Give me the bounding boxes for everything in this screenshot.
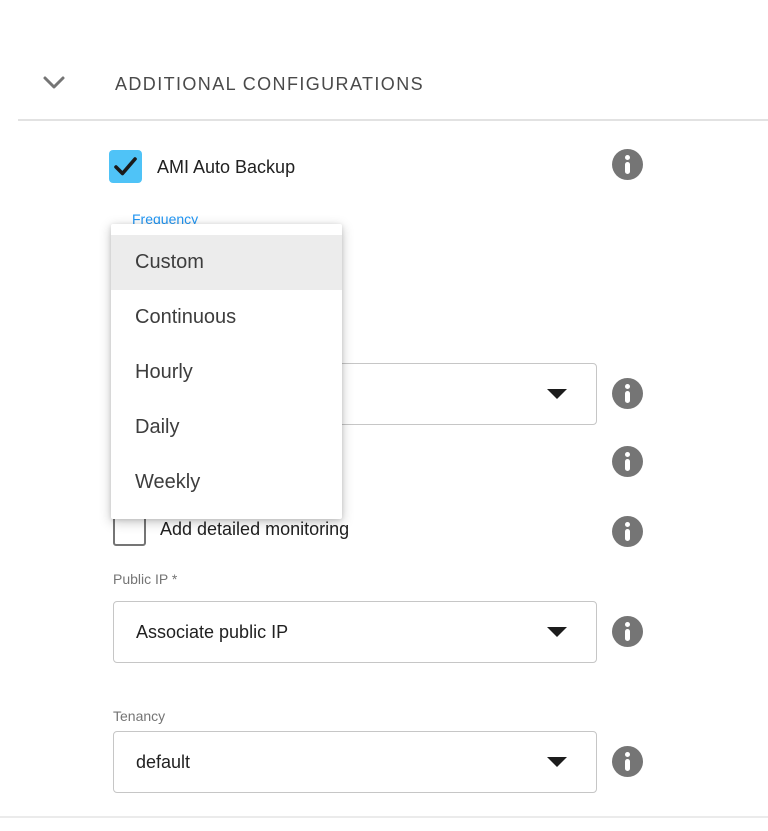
menu-item-weekly[interactable]: Weekly: [111, 455, 342, 510]
dropdown-arrow-icon: [547, 757, 567, 767]
info-icon[interactable]: [612, 149, 643, 180]
section-title: ADDITIONAL CONFIGURATIONS: [115, 72, 424, 96]
info-icon[interactable]: [612, 616, 643, 647]
additional-configurations-panel: ADDITIONAL CONFIGURATIONS AMI Auto Backu…: [0, 0, 768, 831]
menu-item-hourly[interactable]: Hourly: [111, 345, 342, 400]
checkmark-icon: [109, 150, 142, 183]
menu-item-continuous[interactable]: Continuous: [111, 290, 342, 345]
frequency-menu: Custom Continuous Hourly Daily Weekly: [111, 224, 342, 519]
ami-auto-backup-label: AMI Auto Backup: [157, 156, 295, 178]
info-icon[interactable]: [612, 516, 643, 547]
detailed-monitoring-label: Add detailed monitoring: [160, 518, 349, 540]
chevron-down-icon[interactable]: [41, 72, 67, 94]
tenancy-select-value: default: [136, 752, 190, 773]
dropdown-arrow-icon: [547, 627, 567, 637]
divider: [0, 816, 768, 818]
ami-auto-backup-checkbox[interactable]: [109, 150, 142, 183]
info-icon[interactable]: [612, 378, 643, 409]
info-icon[interactable]: [612, 746, 643, 777]
tenancy-select[interactable]: default: [113, 731, 597, 793]
divider: [18, 119, 768, 121]
menu-item-daily[interactable]: Daily: [111, 400, 342, 455]
public-ip-label: Public IP *: [113, 571, 177, 587]
dropdown-arrow-icon: [547, 389, 567, 399]
tenancy-label: Tenancy: [113, 708, 165, 724]
public-ip-select-value: Associate public IP: [136, 622, 288, 643]
public-ip-select[interactable]: Associate public IP: [113, 601, 597, 663]
menu-item-custom[interactable]: Custom: [111, 235, 342, 290]
info-icon[interactable]: [612, 446, 643, 477]
